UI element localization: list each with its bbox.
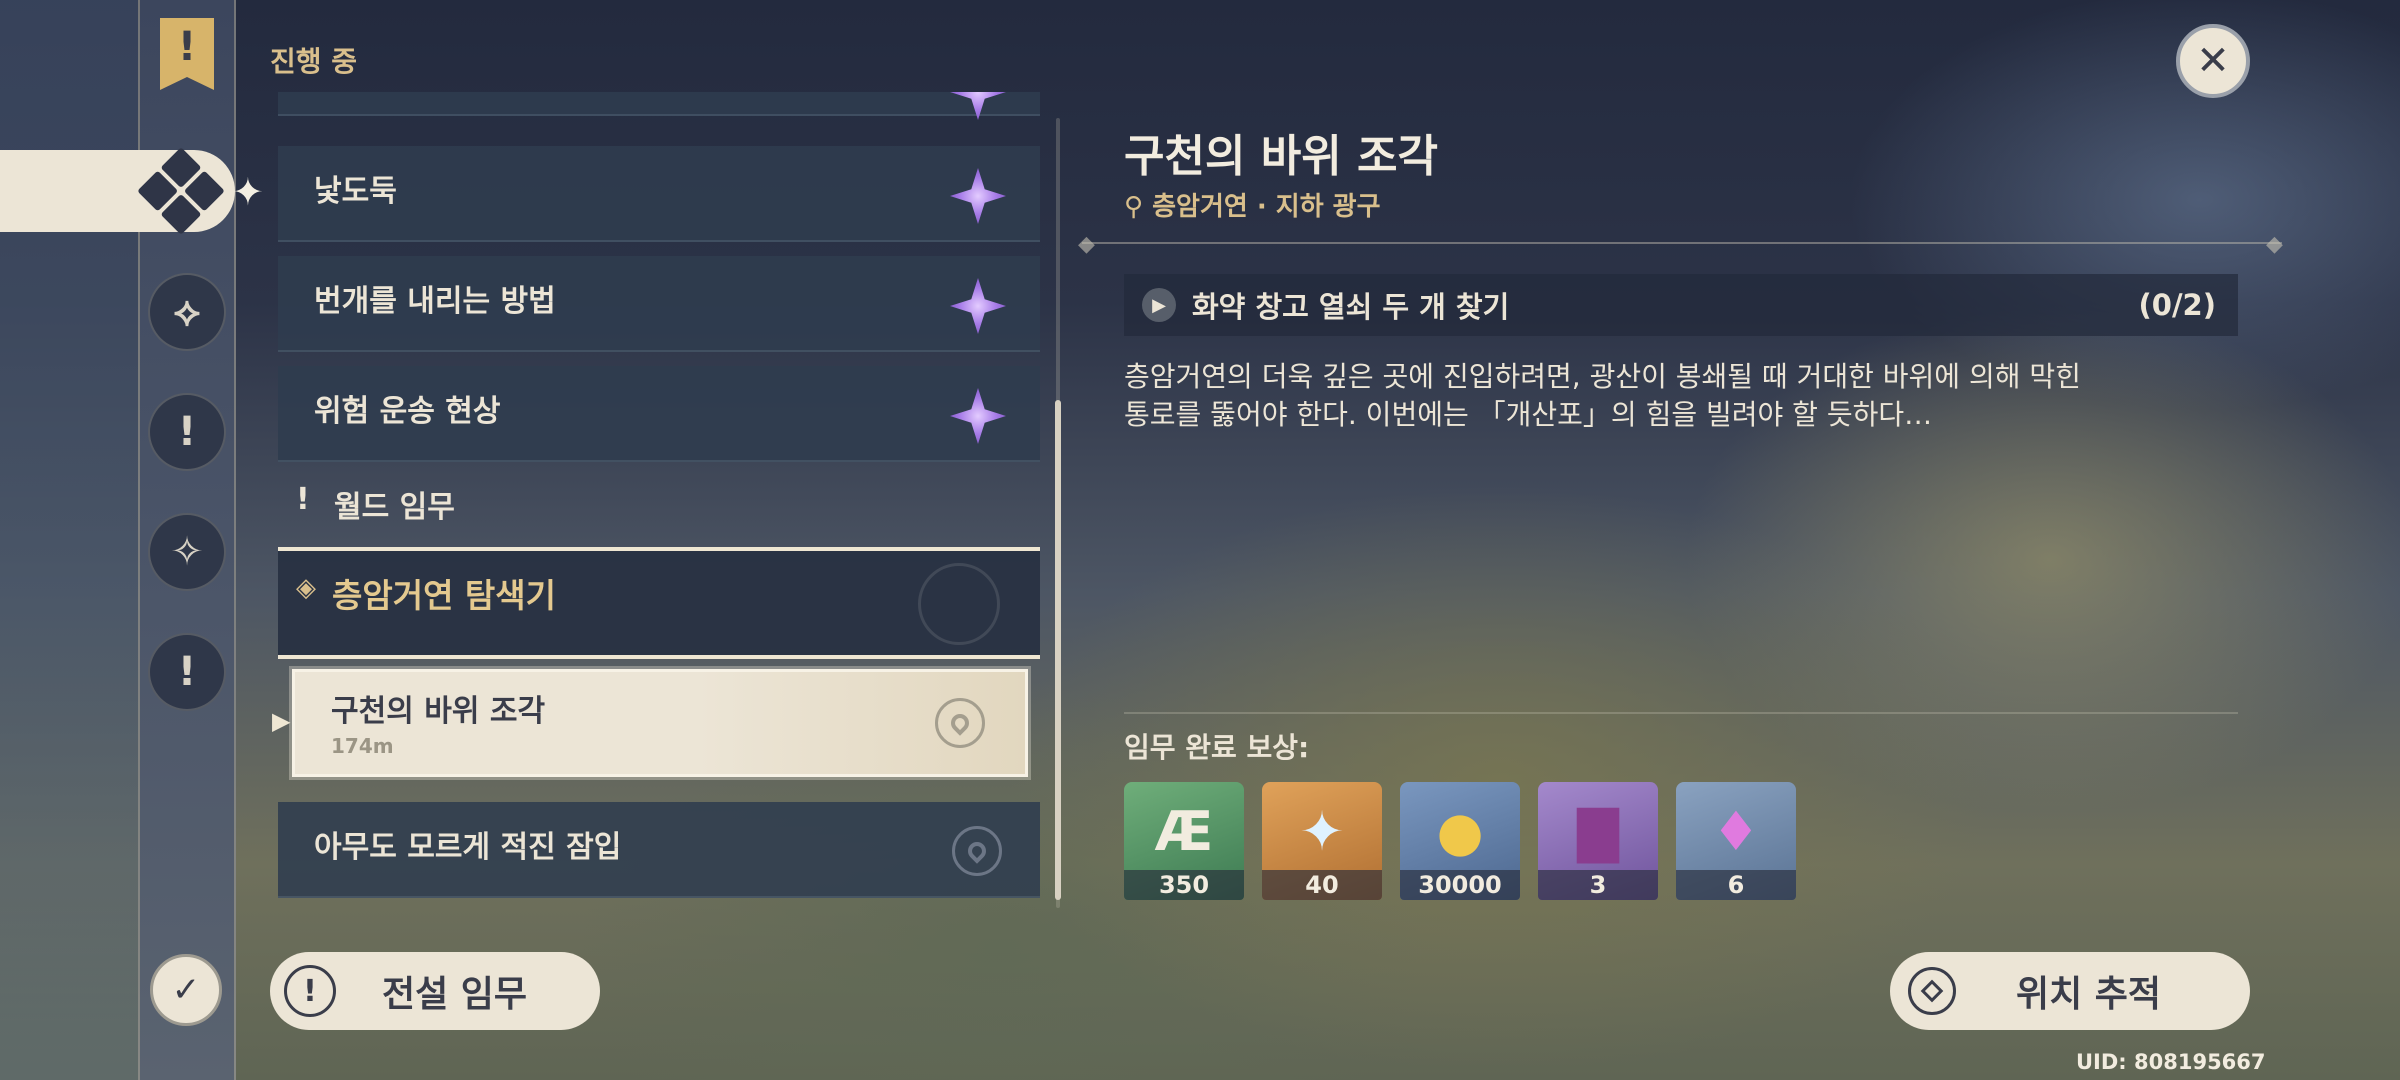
quest-subitem[interactable]: 아무도 모르게 적진 잠입 [278,802,1040,898]
primogem-icon[interactable]: ✦ 40 [1262,782,1382,900]
adventure-exp-icon[interactable]: Æ 350 [1124,782,1244,900]
divider-ornament-icon: ◆ [1078,232,1095,257]
exclamation-icon: ! [296,482,310,517]
heros-wit-icon[interactable]: ▇ 3 [1538,782,1658,900]
world-quest-label: 월드 임무 [334,490,455,525]
quest-list: 낯도둑 번개를 내리는 방법 위험 운송 현상 ! 월드 임무 ◈ 층암거연 탐… [278,92,1040,912]
distance-label: 174m [331,734,394,758]
divider-ornament-icon: ◆ [2266,232,2283,257]
divider [1124,712,2238,714]
world-quest-header: ! 월드 임무 [278,472,1040,532]
world-quest-tab-icon[interactable]: ✧ [148,513,226,591]
objective-progress: (0/2) [2138,288,2216,322]
quest-item-label: 위험 운송 현상 [314,394,501,429]
location-pin-icon[interactable] [935,698,985,748]
reward-label: 임무 완료 보상: [1124,731,1310,764]
event-quest-icon[interactable]: ! [148,633,226,711]
purple-star-icon [950,388,1006,444]
quest-subitem-active[interactable]: 구천의 바위 조각 174m [292,669,1028,777]
quest-group-label: 층암거연 탐색기 [332,576,557,615]
track-location-button[interactable]: 위치 추적 [1890,952,2250,1030]
mora-icon[interactable]: ● 30000 [1400,782,1520,900]
sparkle-icon: ✦ [232,170,264,214]
purple-star-icon [950,168,1006,224]
quest-subitem-label: 아무도 모르게 적진 잠입 [314,830,622,865]
legend-quest-button[interactable]: ! 전설 임무 [270,952,600,1030]
quest-title: 구천의 바위 조각 [1124,131,1438,182]
description-line: 통로를 뚫어야 한다. 이번에는 「개산포」의 힘을 빌려야 할 듯하다… [1124,398,1933,431]
exclamation-icon: ! [284,965,336,1017]
reward-count: 6 [1676,870,1796,900]
location-pin-icon[interactable] [952,826,1002,876]
archon-quest-icon[interactable]: ⟡ [148,273,226,351]
story-quest-icon[interactable]: ! [148,393,226,471]
purple-star-icon [950,92,1006,120]
daily-commission-icon[interactable]: ✓ [150,954,222,1026]
selection-pointer-icon: ▶ [272,707,291,735]
track-location-label: 위치 추적 [2016,974,2162,1015]
quest-item[interactable]: 위험 운송 현상 [278,366,1040,462]
reward-count: 40 [1262,870,1382,900]
quest-description: 층암거연의 더욱 깊은 곳에 진입하려면, 광산이 봉쇄될 때 거대한 바위에 … [1124,358,2204,434]
quest-subitem-label: 구천의 바위 조각 [331,694,546,729]
quest-group-item[interactable]: ◈ 층암거연 탐색기 [278,547,1040,659]
close-button[interactable]: ✕ [2176,24,2250,98]
diamond-icon: ◈ [296,573,316,603]
emblem-icon [918,563,1000,645]
description-line: 층암거연의 더욱 깊은 곳에 진입하려면, 광산이 봉쇄될 때 거대한 바위에 … [1124,360,2081,393]
divider [1082,242,2282,244]
quest-item-label: 낯도둑 [314,174,397,209]
reward-count: 350 [1124,870,1244,900]
enhancement-ore-icon[interactable]: ♦ 6 [1676,782,1796,900]
purple-star-icon [950,278,1006,334]
quest-objective: ▶ 화약 창고 열쇠 두 개 찾기 (0/2) [1124,274,2238,336]
scrollbar-thumb[interactable] [1055,400,1061,900]
objective-text: 화약 창고 열쇠 두 개 찾기 [1192,290,1510,324]
play-arrow-icon: ▶ [1142,288,1176,322]
reward-count: 3 [1538,870,1658,900]
reward-count: 30000 [1400,870,1520,900]
quest-item-label: 번개를 내리는 방법 [314,284,556,319]
quest-location: ⚲ 층암거연 · 지하 광구 [1124,186,1381,223]
uid-label: UID: 808195667 [2076,1050,2266,1074]
close-icon: ✕ [2196,38,2230,84]
quest-location-text: 층암거연 · 지하 광구 [1152,192,1381,222]
category-title: 진행 중 [270,45,358,78]
legend-quest-label: 전설 임무 [382,974,528,1015]
navigate-icon [1908,967,1956,1015]
quest-item[interactable]: 낯도둑 [278,146,1040,242]
quest-item[interactable]: 번개를 내리는 방법 [278,256,1040,352]
location-pin-icon: ⚲ [1124,192,1153,222]
quest-item-partial[interactable] [278,92,1040,120]
reward-list: Æ 350 ✦ 40 ● 30000 ▇ 3 ♦ 6 [1124,782,1796,900]
